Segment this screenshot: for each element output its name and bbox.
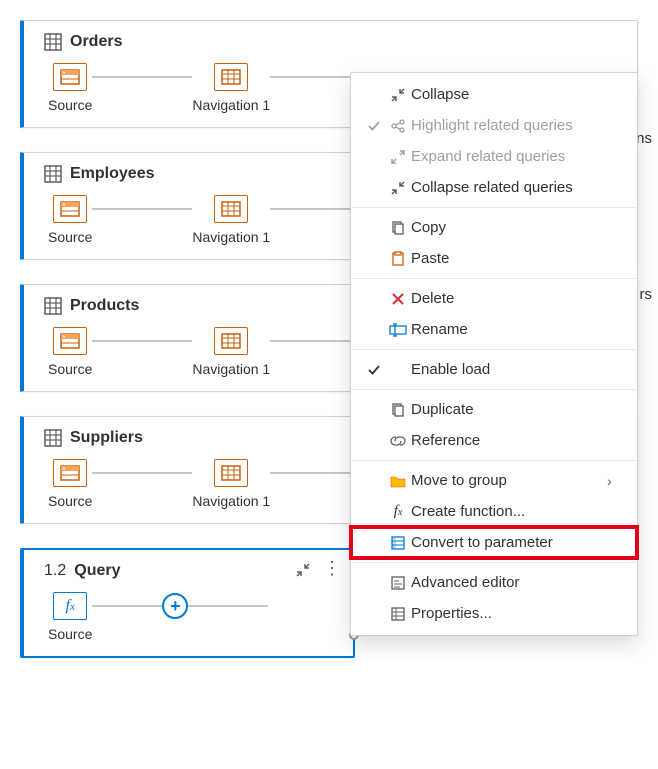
partial-label: ns	[636, 130, 652, 147]
menu-reference[interactable]: Reference	[351, 425, 637, 456]
datasource-icon	[53, 327, 87, 355]
connector	[92, 340, 192, 342]
connector	[92, 208, 192, 210]
fx-icon: fx	[53, 592, 87, 620]
add-step-button[interactable]: +	[162, 593, 188, 619]
context-menu: Collapse Highlight related queries Expan…	[350, 72, 638, 636]
step-source[interactable]: Source	[48, 459, 92, 509]
card-prefix: 1.2	[44, 562, 66, 580]
collapse-icon	[385, 180, 411, 196]
connector	[92, 472, 192, 474]
divider	[351, 278, 637, 279]
menu-expand-related: Expand related queries	[351, 141, 637, 172]
step-source[interactable]: Source	[48, 63, 92, 113]
menu-collapse[interactable]: Collapse	[351, 79, 637, 110]
parameter-icon	[385, 535, 411, 551]
step-navigation[interactable]: Navigation 1	[192, 459, 270, 509]
delete-icon	[385, 291, 411, 307]
step-navigation[interactable]: Navigation 1	[192, 195, 270, 245]
step-navigation[interactable]: Navigation 1	[192, 63, 270, 113]
reference-icon	[385, 433, 411, 449]
chevron-right-icon: ›	[607, 473, 623, 489]
properties-icon	[385, 606, 411, 622]
folder-icon	[385, 473, 411, 489]
menu-highlight-related: Highlight related queries	[351, 110, 637, 141]
more-icon[interactable]: ⋮	[323, 562, 341, 581]
datasource-icon	[53, 63, 87, 91]
collapse-icon[interactable]	[295, 562, 311, 581]
datasource-icon	[53, 195, 87, 223]
table-icon	[44, 33, 62, 51]
menu-copy[interactable]: Copy	[351, 212, 637, 243]
divider	[351, 460, 637, 461]
menu-advanced-editor[interactable]: Advanced editor	[351, 567, 637, 598]
connector	[188, 605, 268, 607]
connector	[92, 605, 162, 607]
step-source[interactable]: Source	[48, 195, 92, 245]
navigation-icon	[214, 327, 248, 355]
divider	[351, 207, 637, 208]
connector	[92, 76, 192, 78]
menu-move-to-group[interactable]: Move to group ›	[351, 465, 637, 496]
table-icon	[44, 297, 62, 315]
menu-paste[interactable]: Paste	[351, 243, 637, 274]
menu-properties[interactable]: Properties...	[351, 598, 637, 629]
editor-icon	[385, 575, 411, 591]
card-title: Orders	[70, 33, 122, 51]
fx-icon: fx	[385, 503, 411, 520]
divider	[351, 562, 637, 563]
copy-icon	[385, 220, 411, 236]
partial-label: rs	[640, 286, 653, 303]
check-icon	[363, 363, 385, 377]
menu-collapse-related[interactable]: Collapse related queries	[351, 172, 637, 203]
menu-enable-load[interactable]: Enable load	[351, 354, 637, 385]
menu-delete[interactable]: Delete	[351, 283, 637, 314]
rename-icon	[385, 322, 411, 338]
paste-icon	[385, 251, 411, 267]
step-navigation[interactable]: Navigation 1	[192, 327, 270, 377]
query-card-selected[interactable]: 1.2 Query ⋮ fx Source +	[20, 548, 355, 658]
card-title: Employees	[70, 165, 154, 183]
navigation-icon	[214, 459, 248, 487]
share-icon	[385, 118, 411, 134]
check-icon	[363, 119, 385, 133]
menu-convert-to-parameter[interactable]: Convert to parameter	[351, 527, 637, 558]
navigation-icon	[214, 195, 248, 223]
expand-icon	[385, 149, 411, 165]
collapse-icon	[385, 87, 411, 103]
menu-rename[interactable]: Rename	[351, 314, 637, 345]
card-title: Products	[70, 297, 139, 315]
table-icon	[44, 165, 62, 183]
step-source[interactable]: Source	[48, 327, 92, 377]
datasource-icon	[53, 459, 87, 487]
divider	[351, 349, 637, 350]
menu-duplicate[interactable]: Duplicate	[351, 394, 637, 425]
menu-create-function[interactable]: fx Create function...	[351, 496, 637, 527]
duplicate-icon	[385, 402, 411, 418]
step-source-fx[interactable]: fx Source	[48, 592, 92, 642]
divider	[351, 389, 637, 390]
card-title: Suppliers	[70, 429, 143, 447]
navigation-icon	[214, 63, 248, 91]
table-icon	[44, 429, 62, 447]
card-title: Query	[74, 562, 120, 580]
